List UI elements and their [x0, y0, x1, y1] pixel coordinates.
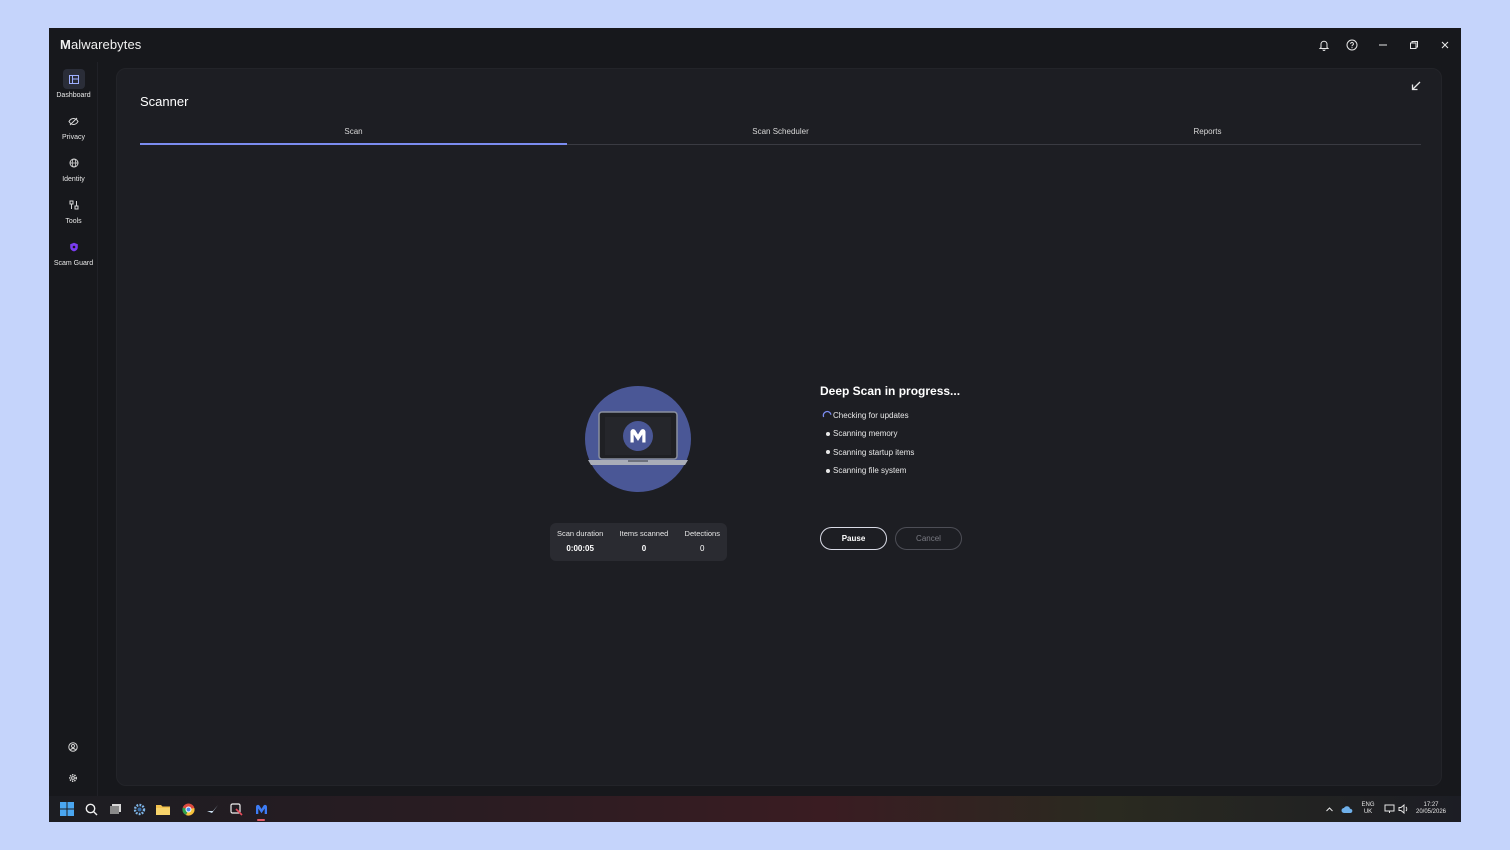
items-scanned-value: 0 — [641, 544, 647, 553]
chevron-up-icon[interactable] — [1321, 801, 1337, 817]
sidebar-item-scam-guard[interactable]: Scam Guard — [49, 237, 98, 267]
clock-date: 20/05/2026 — [1415, 809, 1447, 815]
cancel-button[interactable]: Cancel — [895, 527, 962, 550]
detections-value: 0 — [700, 544, 705, 553]
scan-step-label: Checking for updates — [833, 410, 909, 420]
app-logo: Malwarebytes — [60, 37, 141, 52]
detections-label: Detections — [684, 529, 720, 538]
sidebar-item-label: Tools — [65, 218, 82, 225]
scan-step: Scanning memory — [820, 425, 914, 444]
scanner-panel: Scanner Scan Scan Scheduler Reports Scan… — [116, 68, 1442, 786]
minimize-icon[interactable] — [1374, 36, 1392, 54]
help-icon[interactable] — [1343, 36, 1361, 54]
bullet-icon — [820, 431, 833, 436]
app-window: Malwarebytes Dashboard Privacy Identity … — [49, 28, 1461, 822]
page-title: Scanner — [140, 94, 189, 109]
tab-scan[interactable]: Scan — [140, 125, 567, 145]
eye-off-icon — [63, 111, 85, 131]
globe-icon — [63, 153, 85, 173]
restore-icon[interactable] — [1405, 36, 1423, 54]
language-code: ENG — [1361, 802, 1375, 808]
clock-time: 17:27 — [1423, 802, 1439, 808]
scan-progress-title: Deep Scan in progress... — [820, 384, 961, 398]
malwarebytes-taskbar-icon[interactable] — [253, 801, 269, 821]
snipping-tool-icon[interactable] — [228, 801, 244, 817]
account-icon[interactable] — [66, 740, 80, 754]
pause-button[interactable]: Pause — [820, 527, 887, 550]
settings-app-icon[interactable] — [131, 801, 147, 817]
laptop-illustration — [585, 386, 691, 492]
windows-start-icon[interactable] — [59, 801, 75, 817]
scan-step: Scanning file system — [820, 462, 914, 481]
task-view-icon[interactable] — [107, 801, 123, 817]
sidebar-item-privacy[interactable]: Privacy — [49, 111, 98, 141]
detections-stat: Detections 0 — [685, 529, 720, 561]
steam-icon[interactable] — [204, 801, 220, 817]
tab-reports[interactable]: Reports — [994, 125, 1421, 144]
scan-duration-label: Scan duration — [557, 529, 604, 538]
language-region: UK — [1363, 809, 1373, 815]
logo-mark: M — [60, 37, 71, 52]
shield-icon — [63, 237, 85, 257]
scan-duration-value: 0:00:05 — [566, 544, 594, 553]
volume-icon[interactable] — [1395, 801, 1411, 817]
scan-steps-list: Checking for updates Scanning memory Sca… — [820, 406, 914, 480]
scan-step: Checking for updates — [820, 406, 914, 425]
sidebar-item-identity[interactable]: Identity — [49, 153, 98, 183]
sidebar-item-label: Scam Guard — [53, 260, 94, 267]
taskbar: ENG UK 17:27 20/05/2026 — [49, 796, 1461, 822]
sidebar-item-label: Identity — [62, 176, 85, 183]
scan-step-label: Scanning file system — [833, 466, 907, 476]
sidebar-item-tools[interactable]: Tools — [49, 195, 98, 225]
sidebar-item-label: Privacy — [62, 134, 85, 141]
notifications-bell-icon[interactable] — [1315, 36, 1333, 54]
items-scanned-stat: Items scanned 0 — [620, 529, 669, 561]
onedrive-icon[interactable] — [1339, 801, 1355, 817]
scan-step: Scanning startup items — [820, 443, 914, 462]
input-language-indicator[interactable]: ENG UK — [1359, 802, 1377, 816]
file-explorer-icon[interactable] — [155, 801, 171, 817]
sidebar: Dashboard Privacy Identity Tools Scam Gu… — [49, 62, 98, 796]
search-icon[interactable] — [83, 801, 99, 817]
clock[interactable]: 17:27 20/05/2026 — [1411, 802, 1451, 816]
close-icon[interactable] — [1436, 36, 1454, 54]
chrome-icon[interactable] — [180, 801, 196, 817]
items-scanned-label: Items scanned — [619, 529, 669, 538]
bullet-icon — [820, 468, 833, 473]
scan-step-label: Scanning startup items — [833, 447, 915, 457]
scan-duration-stat: Scan duration 0:00:05 — [557, 529, 603, 561]
sidebar-item-dashboard[interactable]: Dashboard — [49, 69, 98, 99]
collapse-arrow-icon[interactable] — [1410, 79, 1424, 93]
spinner-icon — [820, 410, 833, 420]
settings-icon[interactable] — [66, 771, 80, 785]
scan-step-label: Scanning memory — [833, 429, 898, 439]
title-bar: Malwarebytes — [49, 28, 1461, 62]
tab-scan-scheduler[interactable]: Scan Scheduler — [567, 125, 994, 144]
tools-icon — [63, 195, 85, 215]
sidebar-item-label: Dashboard — [56, 92, 91, 99]
scan-stats-card: Scan duration 0:00:05 Items scanned 0 De… — [550, 523, 727, 561]
bullet-icon — [820, 450, 833, 455]
dashboard-icon — [62, 69, 85, 89]
logo-wordmark: alwarebytes — [70, 37, 142, 52]
tab-bar: Scan Scan Scheduler Reports — [140, 125, 1421, 145]
